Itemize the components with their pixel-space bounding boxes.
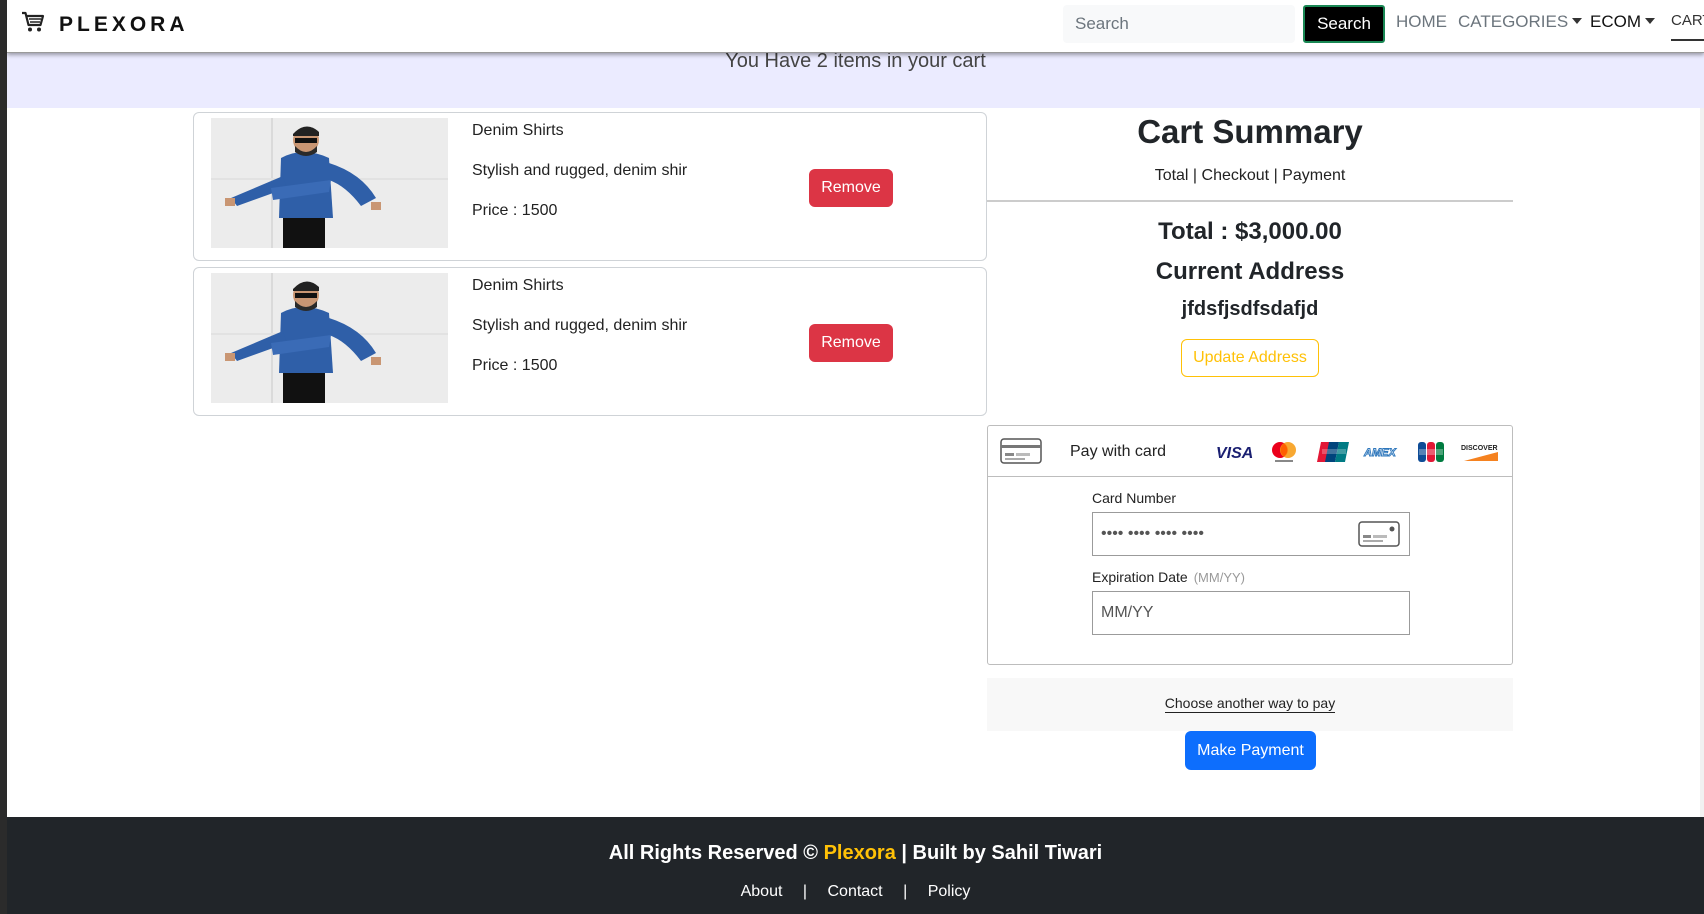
search-button[interactable]: Search bbox=[1303, 5, 1385, 43]
scrollbar-track[interactable] bbox=[1700, 0, 1704, 914]
unionpay-icon bbox=[1308, 439, 1357, 465]
choose-another-way-link[interactable]: Choose another way to pay bbox=[1164, 695, 1336, 713]
nav-home[interactable]: HOME bbox=[1396, 12, 1447, 32]
search-input[interactable] bbox=[1063, 5, 1295, 43]
footer-link-about[interactable]: About bbox=[741, 883, 783, 901]
summary-subtitle: Total | Checkout | Payment bbox=[1154, 167, 1346, 184]
cart-summary: Cart Summary Total | Checkout | Payment … bbox=[987, 108, 1513, 377]
card-field-icon bbox=[1358, 521, 1400, 552]
card-number-label: Card Number bbox=[1092, 490, 1177, 506]
jcb-icon bbox=[1406, 439, 1455, 465]
address-value: jfdsfjsdfsdafjd bbox=[1181, 298, 1319, 320]
amex-logo-text: AMEX bbox=[1363, 447, 1396, 459]
remove-button[interactable]: Remove bbox=[809, 169, 893, 207]
remove-button[interactable]: Remove bbox=[809, 324, 893, 362]
nav-cart[interactable]: CART bbox=[1671, 12, 1704, 41]
footer-brand: Plexora bbox=[823, 842, 896, 864]
footer-separator: | bbox=[802, 883, 808, 900]
update-address-button[interactable]: Update Address bbox=[1181, 339, 1319, 377]
expiration-input[interactable] bbox=[1092, 591, 1410, 635]
visa-logo-text: VISA bbox=[1216, 445, 1253, 460]
expiration-label-text: Expiration Date bbox=[1092, 569, 1188, 585]
footer-links: About | Contact | Policy bbox=[7, 883, 1704, 901]
built-by-text: | Built by Sahil Tiwari bbox=[895, 842, 1103, 864]
price-value: 1500 bbox=[521, 357, 558, 374]
alt-pay-section: Choose another way to pay bbox=[987, 678, 1513, 731]
product-title: Denim Shirts bbox=[472, 122, 564, 139]
product-description: Stylish and rugged, denim shir bbox=[472, 162, 688, 179]
rights-text: All Rights Reserved © bbox=[608, 842, 824, 864]
credit-card-icon bbox=[1000, 438, 1042, 469]
footer-separator: | bbox=[903, 883, 908, 900]
nav-ecom-label: ECOM bbox=[1590, 12, 1641, 31]
brand-name: PLEXORA bbox=[59, 12, 189, 36]
footer-link-policy[interactable]: Policy bbox=[928, 883, 971, 901]
nav-ecom-dropdown[interactable]: ECOM bbox=[1590, 12, 1655, 32]
discover-logo-text: DISCOVER bbox=[1461, 445, 1498, 452]
cart-item: Denim Shirts Stylish and rugged, denim s… bbox=[193, 267, 987, 416]
summary-title: Cart Summary bbox=[1137, 113, 1363, 150]
make-payment-button[interactable]: Make Payment bbox=[1185, 731, 1316, 770]
chevron-down-icon bbox=[1645, 18, 1655, 24]
divider bbox=[987, 200, 1513, 202]
product-description: Stylish and rugged, denim shir bbox=[472, 317, 688, 334]
footer: All Rights Reserved © Plexora | Built by… bbox=[7, 817, 1704, 914]
pay-with-card-label: Pay with card bbox=[1070, 443, 1167, 460]
product-image bbox=[211, 273, 448, 403]
discover-icon: DISCOVER bbox=[1455, 439, 1504, 465]
pay-with-card-header[interactable]: Pay with card VISA AMEX DISCOVER bbox=[988, 426, 1512, 477]
price-label: Price : bbox=[472, 202, 522, 219]
product-title: Denim Shirts bbox=[472, 277, 564, 294]
cart-item: Denim Shirts Stylish and rugged, denim s… bbox=[193, 112, 987, 261]
brand[interactable]: PLEXORA bbox=[21, 10, 189, 39]
mastercard-icon bbox=[1259, 439, 1308, 465]
total-amount: Total : $3,000.00 bbox=[1158, 218, 1342, 245]
product-image bbox=[211, 118, 448, 248]
footer-link-contact[interactable]: Contact bbox=[827, 883, 882, 901]
cart-count-text: You Have 2 items in your cart bbox=[725, 53, 986, 72]
expiration-hint: (MM/YY) bbox=[1193, 570, 1245, 585]
address-heading: Current Address bbox=[1155, 258, 1345, 285]
amex-icon: AMEX bbox=[1357, 439, 1406, 465]
visa-icon: VISA bbox=[1210, 439, 1259, 465]
footer-copyright: All Rights Reserved © Plexora | Built by… bbox=[7, 842, 1704, 865]
chevron-down-icon bbox=[1572, 18, 1583, 24]
nav-categories-label: CATEGORIES bbox=[1458, 12, 1569, 31]
card-brand-logos: VISA AMEX DISCOVER bbox=[1210, 439, 1504, 465]
window-edge bbox=[0, 0, 7, 914]
nav-categories-dropdown[interactable]: CATEGORIES bbox=[1458, 12, 1583, 32]
cart-icon bbox=[21, 10, 45, 39]
cart-banner: You Have 2 items in your cart bbox=[7, 53, 1704, 108]
product-price: Price : 1500 bbox=[472, 357, 557, 375]
price-label: Price : bbox=[472, 357, 522, 374]
price-value: 1500 bbox=[521, 202, 558, 219]
card-payment-panel: Pay with card VISA AMEX DISCOVER Card Nu… bbox=[987, 425, 1513, 665]
expiration-label: Expiration Date (MM/YY) bbox=[1092, 569, 1245, 585]
product-price: Price : 1500 bbox=[472, 202, 557, 220]
navbar: PLEXORA Search HOME CATEGORIES ECOM CART bbox=[7, 0, 1704, 53]
